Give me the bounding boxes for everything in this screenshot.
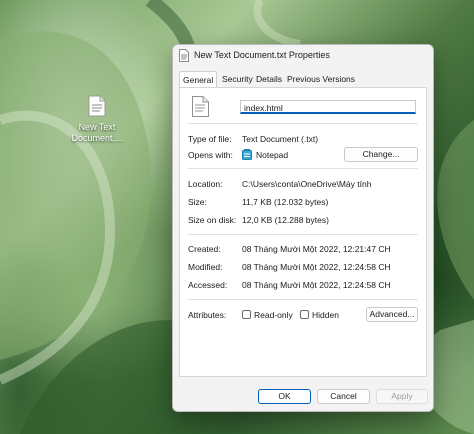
dialog-titlebar[interactable]: New Text Document.txt Properties (173, 45, 433, 67)
apply-button[interactable]: Apply (376, 389, 428, 404)
readonly-label[interactable]: Read-only (254, 310, 293, 320)
location-value: C:\Users\conta\OneDrive\Máy tính (242, 179, 372, 189)
accessed-value: 08 Tháng Mười Một 2022, 12:24:58 CH (242, 280, 391, 290)
created-value: 08 Tháng Mười Một 2022, 12:21:47 CH (242, 244, 391, 254)
advanced-button[interactable]: Advanced... (366, 307, 418, 322)
desktop-file-label-line2: Document.... (71, 133, 123, 143)
accessed-label: Accessed: (188, 280, 228, 290)
location-label: Location: (188, 179, 223, 189)
type-value: Text Document (.txt) (242, 134, 319, 144)
size-label: Size: (188, 197, 207, 207)
size-on-disk-label: Size on disk: (188, 215, 237, 225)
general-tab-panel: index.html Type of file: Text Document (… (179, 87, 427, 377)
dialog-button-bar: OK Cancel Apply (173, 379, 433, 411)
hidden-checkbox[interactable] (300, 310, 309, 319)
created-label: Created: (188, 244, 221, 254)
notepad-icon (242, 149, 252, 160)
tab-previous-versions[interactable]: Previous Versions (284, 71, 358, 87)
filename-input[interactable]: index.html (240, 100, 416, 114)
ok-button[interactable]: OK (258, 389, 311, 404)
attributes-label: Attributes: (188, 310, 227, 320)
readonly-checkbox[interactable] (242, 310, 251, 319)
tab-security[interactable]: Security (219, 71, 256, 87)
hidden-label[interactable]: Hidden (312, 310, 339, 320)
tab-details[interactable]: Details (253, 71, 285, 87)
separator (188, 299, 418, 300)
size-value: 11,7 KB (12.032 bytes) (242, 197, 329, 207)
text-document-icon (88, 95, 106, 117)
desktop-file-icon[interactable]: New Text Document.... (64, 95, 130, 144)
modified-value: 08 Tháng Mười Một 2022, 12:24:58 CH (242, 262, 391, 272)
size-on-disk-value: 12,0 KB (12.288 bytes) (242, 215, 329, 225)
opens-with-value: Notepad (256, 150, 289, 160)
separator (188, 234, 418, 235)
text-document-icon (179, 49, 189, 62)
desktop-file-label-line1: New Text (78, 122, 116, 132)
text-document-icon (192, 96, 209, 117)
tab-general[interactable]: General (179, 71, 218, 88)
separator (188, 123, 418, 124)
modified-label: Modified: (188, 262, 223, 272)
opens-with-label: Opens with: (188, 150, 233, 160)
dialog-title: New Text Document.txt Properties (194, 50, 330, 60)
properties-dialog: New Text Document.txt Properties General… (172, 44, 434, 412)
separator (188, 168, 418, 169)
change-button[interactable]: Change... (344, 147, 418, 162)
type-label: Type of file: (188, 134, 232, 144)
cancel-button[interactable]: Cancel (317, 389, 370, 404)
